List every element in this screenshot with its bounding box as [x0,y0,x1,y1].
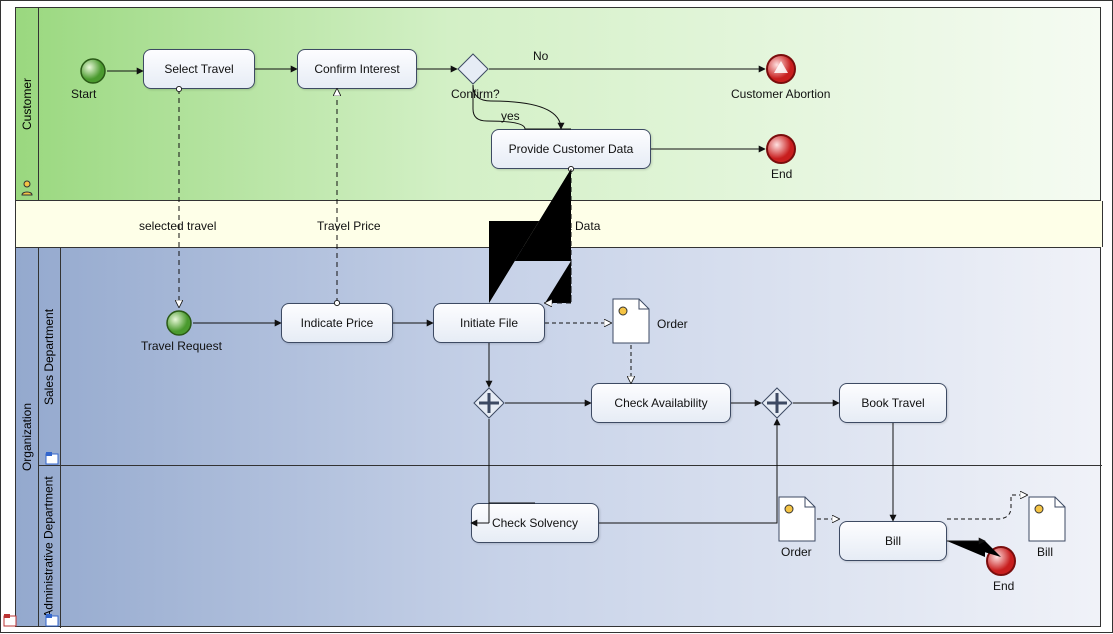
travel-request-label: Travel Request [141,339,222,353]
lane-header-admin: Administrative Department [38,466,61,628]
pool-header-customer: Customer [16,8,39,200]
task-check-solvency[interactable]: Check Solvency [471,503,599,543]
gateway-confirm-label: Confirm? [451,87,500,101]
pool-customer[interactable]: Customer [15,7,1101,201]
gateway-parallel-split[interactable] [473,387,505,419]
task-label: Confirm Interest [314,62,399,76]
end-admin-label: End [993,579,1014,593]
task-bill[interactable]: Bill [839,521,947,561]
edge-yes-label: yes [501,109,520,123]
start-event-label: Start [71,87,96,101]
lane-header-sales: Sales Department [38,248,61,465]
task-select-travel[interactable]: Select Travel [143,49,255,89]
task-label: Check Availability [614,396,707,410]
start-event[interactable] [79,57,107,85]
order-top-label: Order [657,317,688,331]
task-provide-customer-data[interactable]: Provide Customer Data [491,129,651,169]
task-book-travel[interactable]: Book Travel [839,383,947,423]
task-label: Book Travel [861,396,924,410]
task-indicate-price[interactable]: Indicate Price [281,303,393,343]
tab-icon [45,613,59,627]
pool-organization-label: Organization [20,403,34,471]
tab-icon [3,613,17,627]
msg-selected-travel: selected travel [139,219,216,233]
task-label: Select Travel [164,62,233,76]
end-customer-event[interactable] [765,133,797,165]
travel-request-event[interactable] [165,309,193,337]
end-customer-label: End [771,167,792,181]
lane-sales[interactable]: Sales Department [38,248,1102,466]
pool-customer-label: Customer [20,78,34,130]
customer-abortion-event[interactable] [765,53,797,85]
data-object-order-bottom[interactable] [777,495,817,543]
task-label: Indicate Price [301,316,374,330]
end-admin-event[interactable] [985,545,1017,577]
task-confirm-interest[interactable]: Confirm Interest [297,49,417,89]
pool-header-organization: Organization [16,248,39,626]
task-check-availability[interactable]: Check Availability [591,383,731,423]
task-label: Initiate File [460,316,518,330]
task-initiate-file[interactable]: Initiate File [433,303,545,343]
edge-no-label: No [533,49,548,63]
pool-organization[interactable]: Organization Sales Department Administra… [15,247,1101,627]
task-label: Check Solvency [492,516,578,530]
gateway-parallel-join[interactable] [761,387,793,419]
tab-icon [45,451,59,465]
customer-abortion-label: Customer Abortion [731,87,830,101]
data-object-order-top[interactable] [611,297,651,345]
bpmn-canvas[interactable]: Customer Organization Sales Department A… [0,0,1113,633]
gateway-confirm[interactable] [457,53,489,85]
task-label: Bill [885,534,901,548]
msg-travel-price: Travel Price [317,219,381,233]
task-label: Provide Customer Data [509,142,634,156]
lane-admin-label: Administrative Department [42,476,56,617]
data-object-bill[interactable] [1027,495,1067,543]
msg-client-data: Client Data [541,219,600,233]
bill-doc-label: Bill [1037,545,1053,559]
person-icon [20,180,34,196]
lane-sales-label: Sales Department [42,308,56,404]
order-bottom-label: Order [781,545,812,559]
